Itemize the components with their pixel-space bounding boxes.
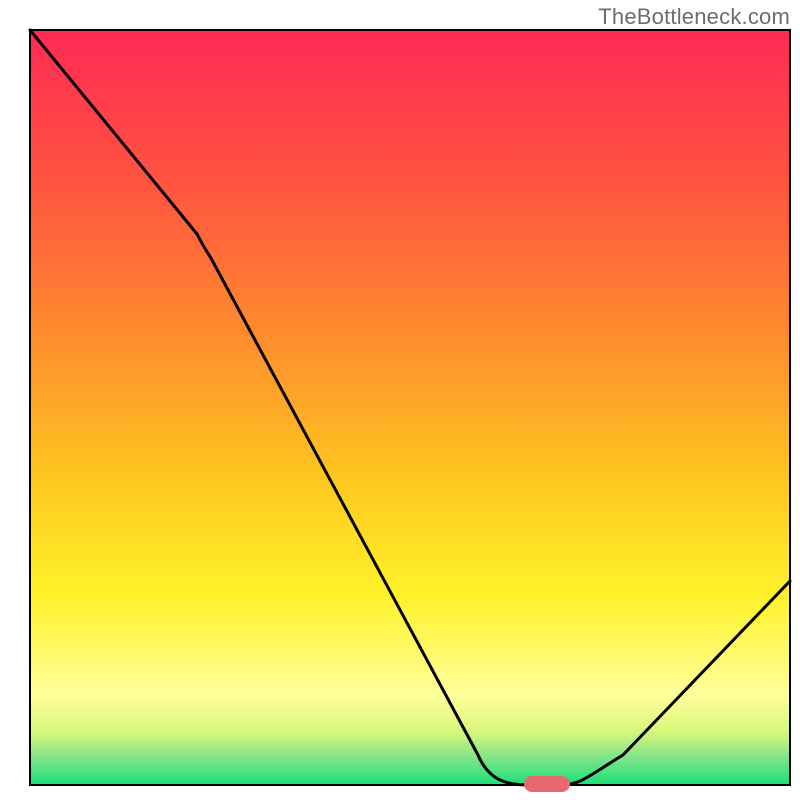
gradient-background (30, 30, 790, 785)
watermark-text: TheBottleneck.com (598, 4, 790, 30)
plot-area (30, 30, 790, 792)
chart-svg (0, 0, 800, 800)
optimal-region-marker (524, 776, 570, 792)
bottleneck-chart: TheBottleneck.com (0, 0, 800, 800)
